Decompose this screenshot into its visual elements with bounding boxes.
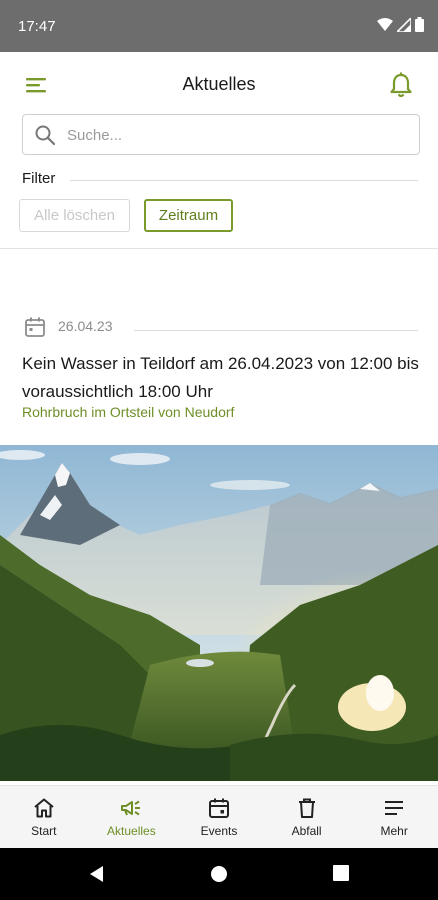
clear-filters-button[interactable]: Alle löschen	[19, 199, 130, 232]
wifi-icon	[377, 17, 393, 31]
trash-icon	[298, 798, 315, 818]
section-divider	[0, 248, 438, 249]
nav-start[interactable]: Start	[0, 786, 88, 848]
news-date-divider	[134, 330, 418, 331]
notifications-button[interactable]	[388, 71, 414, 99]
status-bar: 17:47	[0, 0, 438, 52]
megaphone-icon	[121, 800, 141, 816]
status-icons	[377, 17, 424, 32]
search-box[interactable]	[22, 114, 420, 155]
zeitraum-filter-button[interactable]: Zeitraum	[144, 199, 233, 232]
search-icon	[35, 125, 56, 146]
nav-label-abfall: Abfall	[291, 824, 322, 838]
status-time: 17:47	[18, 18, 56, 35]
search-input[interactable]	[67, 123, 407, 147]
nav-mehr[interactable]: Mehr	[350, 786, 438, 848]
menu-icon	[385, 801, 404, 815]
nav-aktuelles[interactable]: Aktuelles	[88, 786, 176, 848]
back-icon[interactable]	[88, 865, 106, 883]
nav-label-events: Events	[200, 824, 238, 838]
filter-divider	[70, 180, 418, 181]
battery-icon	[415, 17, 424, 32]
news-date: 26.04.23	[58, 318, 113, 334]
app-header: Aktuelles	[0, 52, 438, 118]
calendar-icon	[25, 317, 45, 337]
nav-label-aktuelles: Aktuelles	[107, 824, 156, 838]
nav-events[interactable]: Events	[175, 786, 263, 848]
page-title: Aktuelles	[182, 74, 256, 94]
news-image[interactable]	[0, 445, 438, 781]
home-button-icon[interactable]	[210, 865, 228, 883]
system-navigation-bar	[0, 848, 438, 900]
bell-icon	[390, 72, 412, 98]
landscape-image	[0, 445, 438, 781]
nav-abfall[interactable]: Abfall	[263, 786, 351, 848]
nav-label-start: Start	[31, 824, 57, 838]
filter-label: Filter	[22, 170, 56, 187]
home-icon	[34, 798, 54, 818]
recents-icon[interactable]	[333, 865, 349, 881]
bottom-navigation: Start Aktuelles Events Abfall Mehr	[0, 785, 438, 848]
news-subtitle[interactable]: Rohrbruch im Ortsteil von Neudorf	[22, 404, 234, 420]
nav-label-mehr: Mehr	[380, 824, 408, 838]
signal-icon	[397, 17, 411, 32]
news-title[interactable]: Kein Wasser in Teildorf am 26.04.2023 vo…	[22, 350, 422, 406]
calendar-icon	[208, 798, 229, 818]
